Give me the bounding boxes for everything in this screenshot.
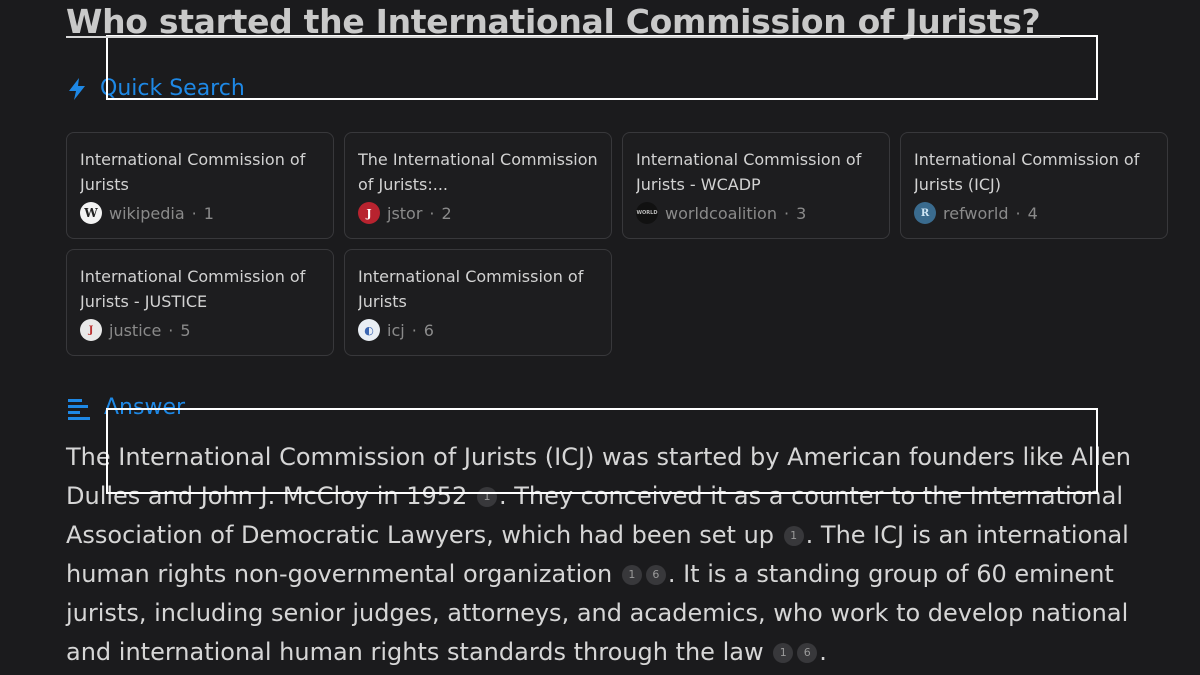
source-card-title: International Commission of Jurists: [358, 267, 584, 311]
source-card-title: International Commission of Jurists - WC…: [636, 150, 862, 194]
source-card-title: International Commission of Jurists - JU…: [80, 267, 306, 311]
citation-badge[interactable]: 6: [645, 564, 666, 585]
source-index: 3: [796, 203, 807, 223]
source-name: jstor: [387, 203, 423, 223]
source-card-title: International Commission of Jurists (ICJ…: [914, 150, 1140, 194]
source-card[interactable]: The International Commission of Jurists:…: [344, 132, 612, 239]
source-index: 1: [203, 203, 214, 223]
source-index: 5: [180, 320, 191, 340]
source-card[interactable]: International Commission of Jurists W wi…: [66, 132, 334, 239]
highlight-box: [106, 408, 1098, 494]
text-lines-icon: [66, 396, 92, 420]
source-name: worldcoalition: [665, 203, 777, 223]
source-card[interactable]: International Commission of Jurists (ICJ…: [900, 132, 1168, 239]
overlay-line: [66, 36, 1060, 38]
source-card[interactable]: International Commission of Jurists ◐ ic…: [344, 249, 612, 356]
citation-badge[interactable]: 1: [773, 642, 794, 663]
source-name: icj: [387, 320, 405, 340]
source-name: justice: [109, 320, 162, 340]
source-card-title: International Commission of Jurists: [80, 150, 306, 194]
lightning-icon: [66, 77, 88, 101]
answer-text: .: [819, 638, 827, 666]
icj-icon: ◐: [358, 319, 380, 341]
citation-badge[interactable]: 6: [797, 642, 818, 663]
citation-badge[interactable]: 1: [621, 564, 642, 585]
refworld-icon: R: [914, 202, 936, 224]
source-card[interactable]: International Commission of Jurists - WC…: [622, 132, 890, 239]
source-card-title: The International Commission of Jurists:…: [358, 150, 598, 194]
justice-icon: J: [80, 319, 102, 341]
jstor-icon: J: [358, 202, 380, 224]
worldcoalition-icon: WORLD: [636, 202, 658, 224]
source-card[interactable]: International Commission of Jurists - JU…: [66, 249, 334, 356]
wikipedia-icon: W: [80, 202, 102, 224]
source-name: refworld: [943, 203, 1009, 223]
source-index: 4: [1027, 203, 1038, 223]
highlight-box: [106, 35, 1098, 100]
source-index: 6: [423, 320, 434, 340]
source-name: wikipedia: [109, 203, 185, 223]
source-cards: International Commission of Jurists W wi…: [66, 132, 1200, 357]
citation-badge[interactable]: 1: [783, 525, 804, 546]
source-index: 2: [441, 203, 452, 223]
